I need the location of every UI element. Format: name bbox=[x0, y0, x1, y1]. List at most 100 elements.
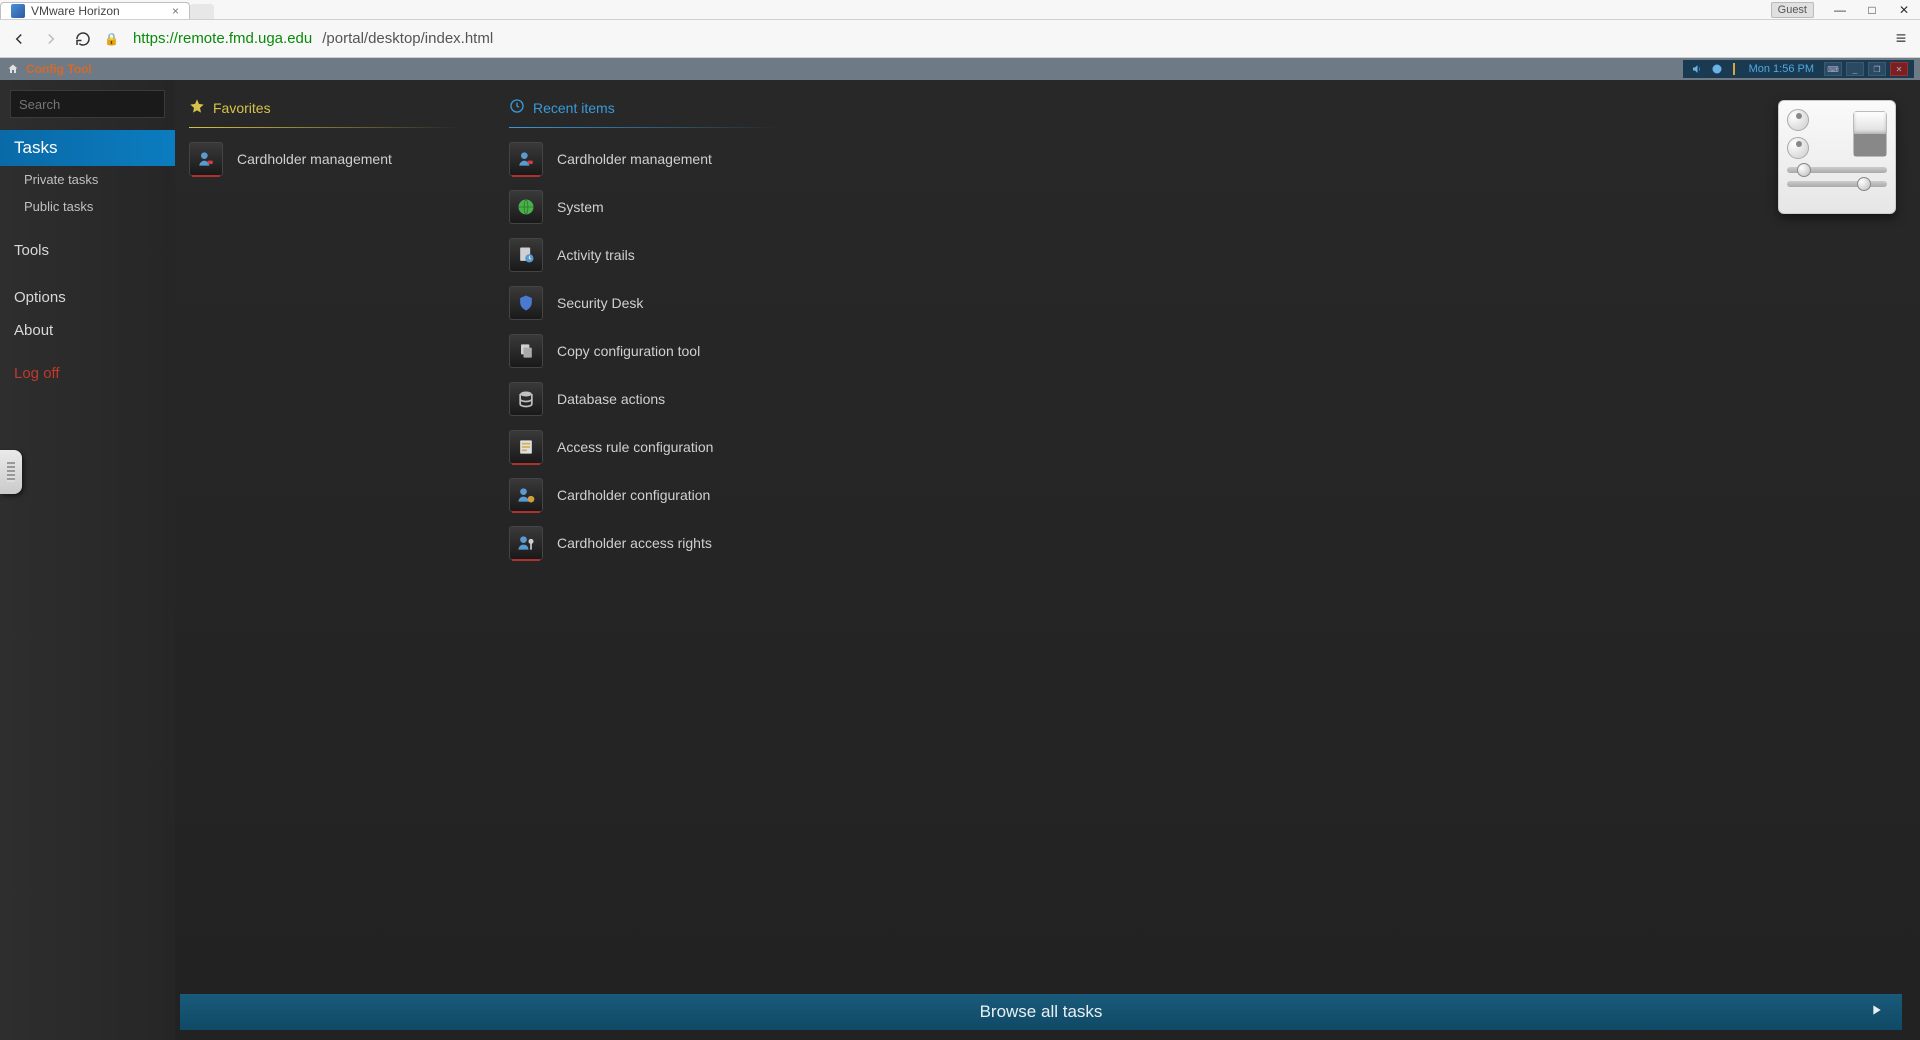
app-topbar: Config Tool Mon 1:56 PM ⌨ _ ❐ ✕ bbox=[0, 58, 1920, 80]
knob-icon[interactable] bbox=[1787, 109, 1809, 131]
sidebar-item-tools[interactable]: Tools bbox=[0, 234, 175, 267]
sidebar-sub-label: Private tasks bbox=[24, 172, 98, 187]
url-host[interactable]: https://remote.fmd.uga.edu bbox=[133, 30, 312, 47]
tab-title: VMware Horizon bbox=[31, 4, 120, 18]
recent-list: Cardholder management System Activity trai… bbox=[509, 138, 1896, 570]
clock-icon bbox=[509, 98, 525, 117]
sidebar-item-label: Log off bbox=[14, 365, 60, 382]
list-item[interactable]: Access rule configuration bbox=[509, 426, 1896, 468]
slider-thumb[interactable] bbox=[1857, 177, 1871, 191]
sidebar-item-logoff[interactable]: Log off bbox=[0, 357, 175, 390]
network-icon[interactable] bbox=[1709, 62, 1725, 76]
favorites-column: Favorites Cardholder management bbox=[189, 98, 479, 1040]
search-box bbox=[10, 90, 165, 118]
list-item[interactable]: Cardholder management bbox=[509, 138, 1896, 180]
window-maximize-button[interactable]: □ bbox=[1856, 0, 1888, 20]
nav-back-button[interactable] bbox=[8, 28, 30, 50]
tray-separator bbox=[1733, 63, 1735, 75]
list-item[interactable]: Copy configuration tool bbox=[509, 330, 1896, 372]
lock-icon: 🔒 bbox=[104, 32, 119, 46]
user-key-icon bbox=[509, 526, 543, 560]
item-label: Security Desk bbox=[557, 295, 643, 311]
sidebar-sub-label: Public tasks bbox=[24, 199, 93, 214]
star-icon bbox=[189, 98, 205, 117]
nav-reload-button[interactable] bbox=[72, 28, 94, 50]
recent-column: Recent items Cardholder management System… bbox=[509, 98, 1896, 1040]
url-path[interactable]: /portal/desktop/index.html bbox=[322, 30, 493, 47]
rules-icon bbox=[509, 430, 543, 464]
sidebar-spacer bbox=[0, 267, 175, 281]
sidebar-item-tasks[interactable]: Tasks bbox=[0, 130, 175, 166]
switch-on bbox=[1854, 112, 1886, 134]
item-label: Activity trails bbox=[557, 247, 635, 263]
inner-restore-button[interactable]: ❐ bbox=[1868, 62, 1886, 76]
list-item[interactable]: System bbox=[509, 186, 1896, 228]
app-title[interactable]: Config Tool bbox=[26, 62, 92, 76]
item-label: Cardholder management bbox=[237, 151, 392, 167]
search-input[interactable] bbox=[10, 90, 165, 118]
copy-icon bbox=[509, 334, 543, 368]
switch-off bbox=[1854, 134, 1886, 156]
slider[interactable] bbox=[1787, 181, 1887, 187]
nav-forward-button[interactable] bbox=[40, 28, 62, 50]
sidebar-sub-public-tasks[interactable]: Public tasks bbox=[0, 193, 175, 220]
list-item[interactable]: Cardholder management bbox=[189, 138, 479, 180]
side-drawer-handle[interactable] bbox=[0, 450, 22, 494]
recent-header: Recent items bbox=[509, 98, 1896, 123]
window-minimize-button[interactable]: — bbox=[1824, 0, 1856, 20]
user-icon bbox=[189, 142, 223, 176]
database-icon bbox=[509, 382, 543, 416]
shield-icon bbox=[509, 286, 543, 320]
grip-icon bbox=[7, 462, 15, 482]
system-tray: Mon 1:56 PM ⌨ _ ❐ ✕ bbox=[1683, 60, 1914, 78]
inner-keyboard-icon[interactable]: ⌨ bbox=[1824, 62, 1842, 76]
item-label: Database actions bbox=[557, 391, 665, 407]
list-item[interactable]: Cardholder configuration bbox=[509, 474, 1896, 516]
globe-icon bbox=[509, 190, 543, 224]
tray-clock[interactable]: Mon 1:56 PM bbox=[1749, 63, 1814, 75]
inner-close-button[interactable]: ✕ bbox=[1890, 62, 1908, 76]
list-item[interactable]: Database actions bbox=[509, 378, 1896, 420]
sidebar-spacer bbox=[0, 220, 175, 234]
browser-menu-button[interactable]: ≡ bbox=[1890, 28, 1912, 50]
home-icon[interactable] bbox=[6, 62, 20, 76]
item-label: Cardholder access rights bbox=[557, 535, 712, 551]
settings-widget[interactable] bbox=[1778, 100, 1896, 214]
favorites-header: Favorites bbox=[189, 98, 479, 123]
volume-icon[interactable] bbox=[1689, 62, 1705, 76]
content-area: Favorites Cardholder management Recent i… bbox=[175, 80, 1920, 1040]
list-item[interactable]: Activity trails bbox=[509, 234, 1896, 276]
window-close-button[interactable]: ✕ bbox=[1888, 0, 1920, 20]
sidebar-item-label: Options bbox=[14, 289, 66, 306]
item-label: Cardholder configuration bbox=[557, 487, 710, 503]
knob-icon[interactable] bbox=[1787, 137, 1809, 159]
browse-all-tasks-label: Browse all tasks bbox=[980, 1002, 1103, 1022]
item-label: Copy configuration tool bbox=[557, 343, 700, 359]
favorites-list: Cardholder management bbox=[189, 138, 479, 186]
sidebar-item-label: Tools bbox=[14, 242, 49, 259]
browse-all-tasks-bar[interactable]: Browse all tasks bbox=[180, 994, 1902, 1030]
slider-thumb[interactable] bbox=[1797, 163, 1811, 177]
sidebar-sub-private-tasks[interactable]: Private tasks bbox=[0, 166, 175, 193]
tab-favicon-icon bbox=[11, 4, 25, 18]
browser-toolbar: 🔒 https://remote.fmd.uga.edu/portal/desk… bbox=[0, 20, 1920, 58]
sidebar-item-label: Tasks bbox=[14, 138, 57, 157]
inner-minimize-button[interactable]: _ bbox=[1846, 62, 1864, 76]
sidebar-item-options[interactable]: Options bbox=[0, 281, 175, 314]
browser-tabstrip: VMware Horizon × Guest — □ ✕ bbox=[0, 0, 1920, 20]
slider[interactable] bbox=[1787, 167, 1887, 173]
user-icon bbox=[509, 142, 543, 176]
sidebar-item-about[interactable]: About bbox=[0, 314, 175, 347]
user-gear-icon bbox=[509, 478, 543, 512]
window-controls: Guest — □ ✕ bbox=[1771, 0, 1920, 19]
browser-tab[interactable]: VMware Horizon × bbox=[0, 2, 190, 19]
list-item[interactable]: Security Desk bbox=[509, 282, 1896, 324]
item-label: Cardholder management bbox=[557, 151, 712, 167]
play-icon bbox=[1868, 1002, 1884, 1023]
toggle-switch[interactable] bbox=[1853, 111, 1887, 157]
tab-close-icon[interactable]: × bbox=[172, 4, 179, 18]
guest-badge[interactable]: Guest bbox=[1771, 2, 1814, 18]
list-item[interactable]: Cardholder access rights bbox=[509, 522, 1896, 564]
item-label: System bbox=[557, 199, 604, 215]
new-tab-button[interactable] bbox=[190, 4, 214, 19]
